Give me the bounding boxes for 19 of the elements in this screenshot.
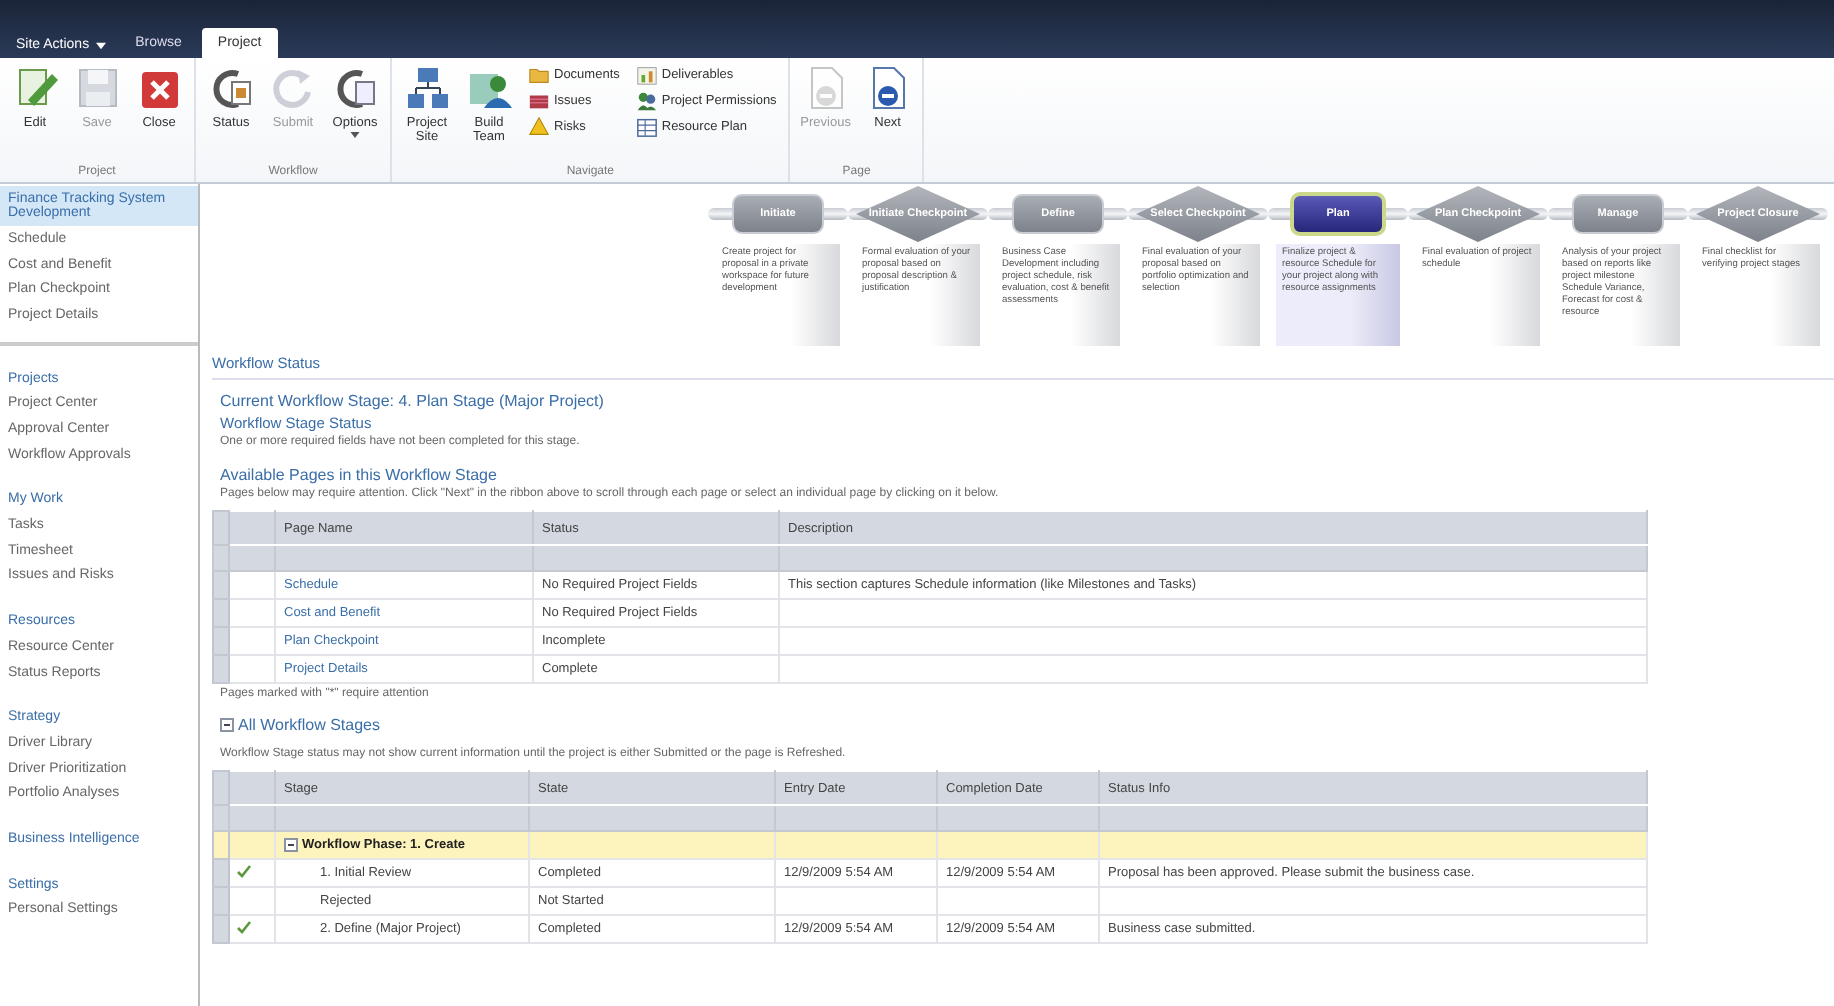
circular-arrow-page-icon [331, 64, 379, 112]
collapse-icon[interactable] [220, 718, 234, 732]
collapse-icon[interactable] [284, 838, 298, 852]
check-icon [236, 864, 252, 878]
save-icon [73, 64, 121, 112]
circular-arrow-page-icon [207, 64, 255, 112]
all-stages-heading: All Workflow Stages [238, 716, 380, 734]
check-icon [236, 920, 252, 934]
circular-arrow-icon [269, 64, 317, 112]
caret-icon [95, 41, 106, 49]
pages-heading: Available Pages in this Workflow Stage [220, 466, 499, 484]
current-stage-heading: Current Workflow Stage: 4. Plan Stage (Major Project) [220, 392, 606, 410]
folder-icon [528, 64, 550, 86]
chart-icon [635, 64, 658, 86]
warning-icon [528, 116, 550, 138]
table-icon [635, 116, 658, 138]
sitemap-icon [403, 64, 451, 112]
stack-icon [528, 90, 550, 112]
people-icon [635, 90, 658, 112]
